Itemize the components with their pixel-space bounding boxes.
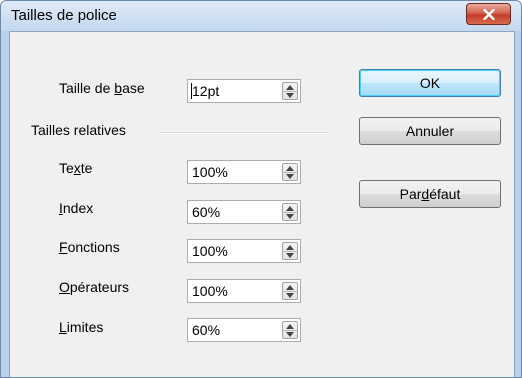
base-size-value: 12pt (192, 83, 220, 99)
close-button[interactable] (466, 3, 511, 25)
limits-size-value: 60% (192, 322, 221, 338)
base-size-spinbox[interactable]: 12pt (187, 79, 301, 103)
text-size-label: Texte (59, 160, 93, 176)
text-size-spinbox[interactable]: 100% (187, 160, 301, 184)
index-size-spinbox[interactable]: 60% (187, 200, 301, 224)
spin-arrows-icon[interactable] (282, 321, 298, 339)
spin-arrows-icon[interactable] (282, 163, 298, 181)
index-size-label: Index (59, 200, 94, 216)
limits-size-label: Limites (59, 319, 104, 335)
ok-button[interactable]: OK (359, 69, 501, 97)
defaults-button[interactable]: Par d éfaut (359, 180, 501, 208)
text-size-value: 100% (192, 164, 228, 180)
spin-arrows-icon[interactable] (282, 82, 298, 100)
operators-size-label: Opérateurs (59, 279, 130, 295)
functions-size-spinbox[interactable]: 100% (187, 239, 301, 263)
spin-arrows-icon[interactable] (282, 282, 298, 300)
title-bar[interactable]: Tailles de police (1, 1, 521, 31)
close-icon (482, 8, 495, 20)
dialog-title: Tailles de police (11, 7, 117, 24)
dialog-window: Tailles de police Taille de base 12pt Ta… (0, 0, 522, 378)
limits-size-spinbox[interactable]: 60% (187, 318, 301, 342)
cancel-button[interactable]: Annuler (359, 117, 501, 145)
dialog-body: Taille de base 12pt Tailles relatives Te… (9, 31, 515, 377)
separator-line (160, 132, 328, 134)
spin-arrows-icon[interactable] (282, 203, 298, 221)
base-size-label: Taille de base (59, 80, 145, 96)
operators-size-spinbox[interactable]: 100% (187, 279, 301, 303)
index-size-value: 60% (192, 204, 221, 220)
relative-sizes-heading: Tailles relatives (31, 122, 126, 138)
functions-size-value: 100% (192, 243, 228, 259)
spin-arrows-icon[interactable] (282, 242, 298, 260)
operators-size-value: 100% (192, 283, 228, 299)
functions-size-label: Fonctions (59, 239, 120, 255)
